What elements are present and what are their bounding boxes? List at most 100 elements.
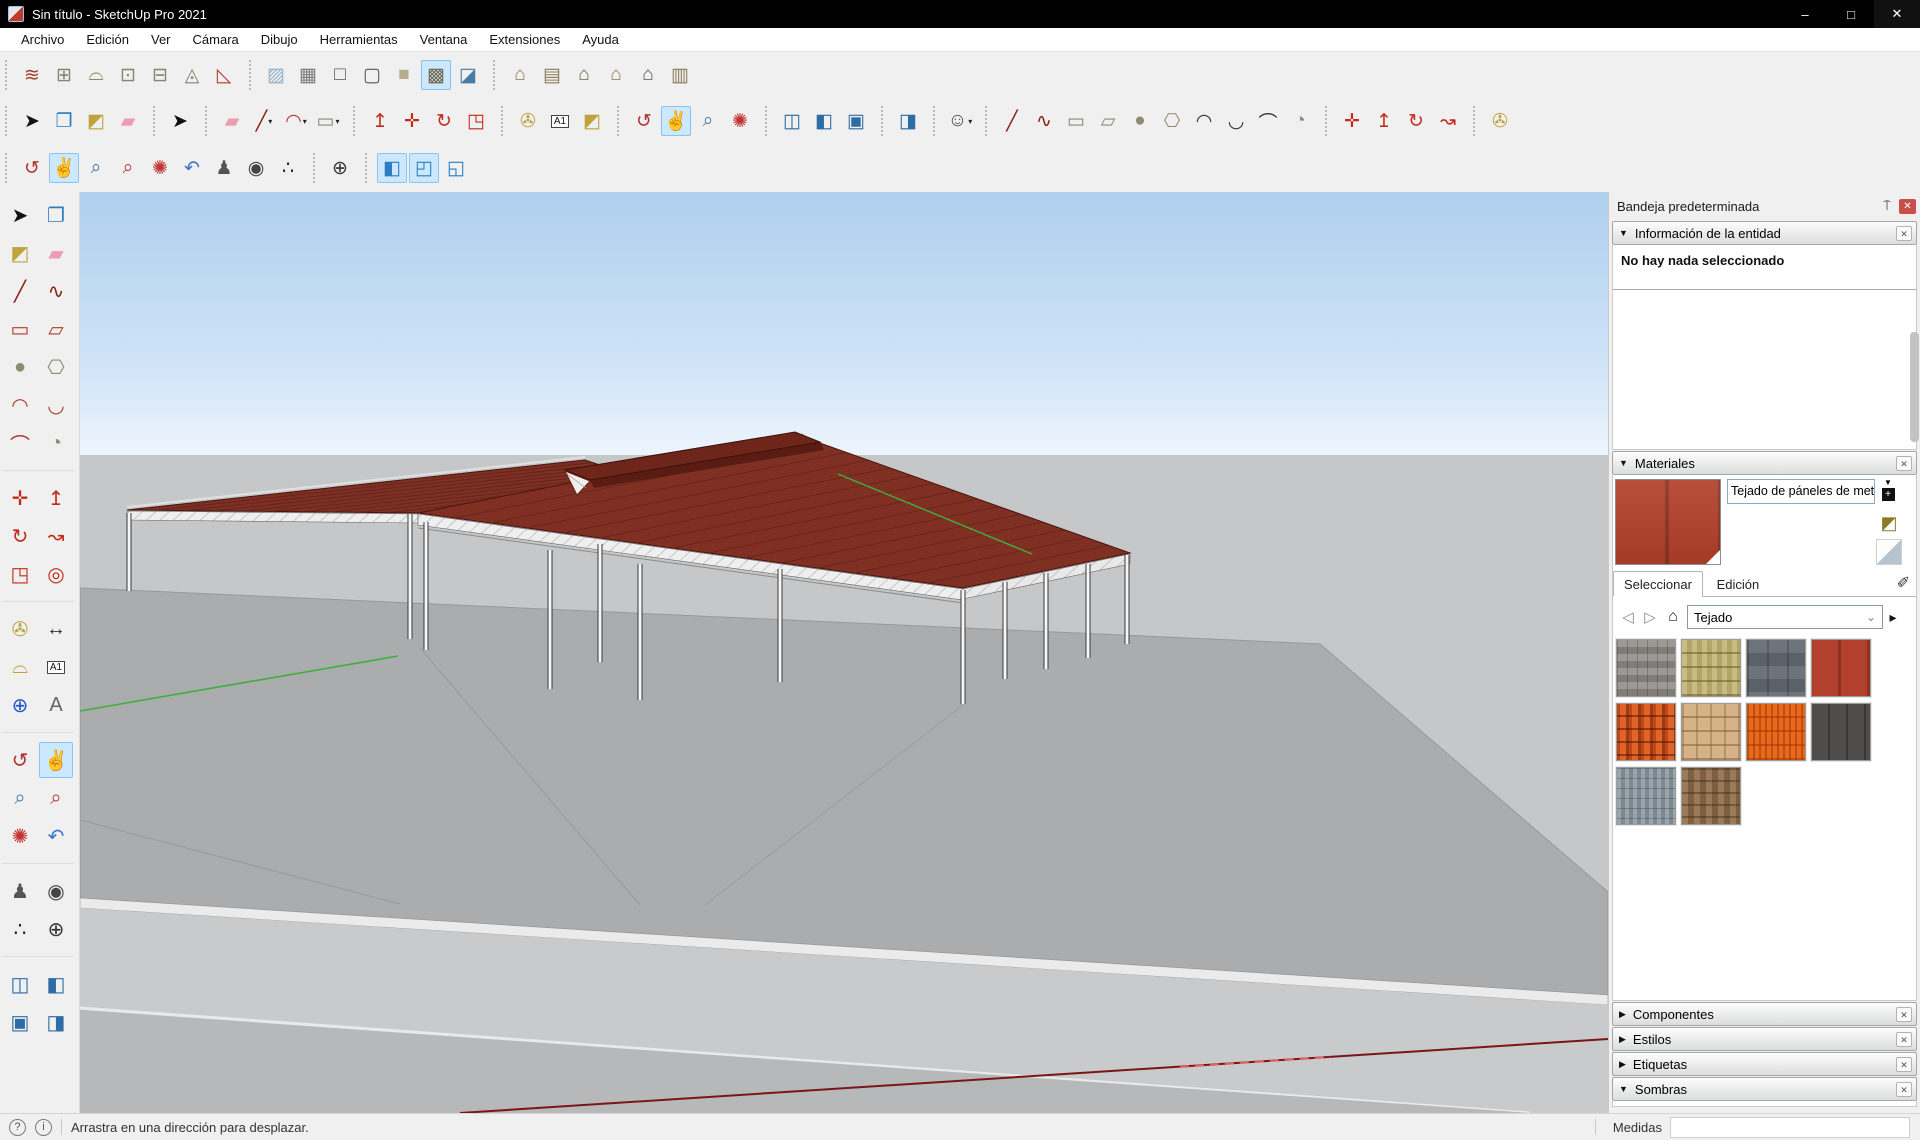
material-swatch-metal-panels-red[interactable] bbox=[1811, 639, 1871, 697]
rectangle-tool[interactable]: ▭ bbox=[1061, 106, 1091, 136]
polygon-tool[interactable]: ⎔ bbox=[1157, 106, 1187, 136]
rectangle-tool[interactable]: ▭▾ bbox=[313, 106, 343, 136]
expand-triangle-icon[interactable]: ▶ bbox=[1619, 1034, 1626, 1045]
menu-herramientas[interactable]: Herramientas bbox=[309, 32, 409, 47]
eyedropper-icon[interactable]: ✐ bbox=[1897, 573, 1910, 593]
3d-text-tool[interactable]: A bbox=[39, 687, 73, 723]
style-shaded[interactable]: ■ bbox=[389, 60, 419, 90]
panel-close-icon[interactable]: ✕ bbox=[1896, 456, 1912, 471]
style-monochrome[interactable]: ◪ bbox=[453, 60, 483, 90]
warehouse-share-model[interactable]: ⌂ bbox=[601, 60, 631, 90]
position-camera[interactable]: ♟ bbox=[209, 153, 239, 183]
rotate-tool[interactable]: ↻ bbox=[1401, 106, 1431, 136]
tab-seleccionar[interactable]: Seleccionar bbox=[1613, 571, 1703, 597]
sample-paint-swatch[interactable] bbox=[1876, 539, 1902, 565]
paint-bucket[interactable]: ◩ bbox=[81, 106, 111, 136]
walk-tool[interactable]: ∴ bbox=[273, 153, 303, 183]
expand-triangle-icon[interactable]: ▼ bbox=[1619, 458, 1628, 468]
menu-archivo[interactable]: Archivo bbox=[10, 32, 75, 47]
measurements-input[interactable] bbox=[1670, 1117, 1910, 1138]
rotate-tool[interactable]: ↻ bbox=[429, 106, 459, 136]
warehouse-drawer[interactable]: ▥ bbox=[665, 60, 695, 90]
move-tool[interactable]: ✛ bbox=[397, 106, 427, 136]
make-component[interactable]: ❐ bbox=[49, 106, 79, 136]
two-point-arc-tool[interactable]: ◡ bbox=[39, 387, 73, 423]
material-swatch-shakes-blue-gray[interactable] bbox=[1616, 767, 1676, 825]
circle-tool[interactable]: ● bbox=[1125, 106, 1155, 136]
axes-target[interactable]: ⊕ bbox=[39, 911, 73, 947]
expand-triangle-icon[interactable]: ▼ bbox=[1619, 228, 1628, 238]
zoom-extents[interactable]: ✺ bbox=[725, 106, 755, 136]
style-shaded-textures[interactable]: ▩ bbox=[421, 60, 451, 90]
zoom-extents[interactable]: ✺ bbox=[3, 818, 37, 854]
panel-header-etiquetas[interactable]: ▶Etiquetas✕ bbox=[1612, 1052, 1917, 1076]
zoom-tool[interactable]: ⌕ bbox=[81, 153, 111, 183]
sandbox-from-scratch[interactable]: ⊞ bbox=[49, 60, 79, 90]
close-button[interactable]: ✕ bbox=[1874, 0, 1920, 28]
tape-measure[interactable]: ✇ bbox=[1485, 106, 1515, 136]
orbit-tool[interactable]: ↺ bbox=[629, 106, 659, 136]
scale-tool[interactable]: ◳ bbox=[3, 556, 37, 592]
follow-me-tool[interactable]: ↝ bbox=[39, 518, 73, 554]
front-view[interactable]: ◱ bbox=[441, 153, 471, 183]
polygon-tool[interactable]: ⎔ bbox=[39, 349, 73, 385]
panel-header-componentes[interactable]: ▶Componentes✕ bbox=[1612, 1002, 1917, 1026]
create-material-button[interactable]: ◩ bbox=[1877, 511, 1901, 535]
menu-extensiones[interactable]: Extensiones bbox=[478, 32, 571, 47]
line-tool[interactable]: ╱ bbox=[3, 273, 37, 309]
zoom-extents[interactable]: ✺ bbox=[145, 153, 175, 183]
display-section-cuts[interactable]: ◧ bbox=[809, 106, 839, 136]
menu-cámara[interactable]: Cámara bbox=[182, 32, 250, 47]
pin-icon[interactable]: ⍑ bbox=[1878, 198, 1896, 214]
push-pull-tool[interactable]: ↥ bbox=[365, 106, 395, 136]
zoom-tool[interactable]: ⌕ bbox=[3, 780, 37, 816]
arc-tool[interactable]: ◠▾ bbox=[281, 106, 311, 136]
make-component[interactable]: ❐ bbox=[39, 197, 73, 233]
arc-tool[interactable]: ◠ bbox=[1189, 106, 1219, 136]
secondary-pane-button[interactable]: ▼ + bbox=[1879, 479, 1897, 505]
menu-ver[interactable]: Ver bbox=[140, 32, 182, 47]
material-swatch-fishscale-shingles-tan[interactable] bbox=[1681, 703, 1741, 761]
dropdown-arrow-icon[interactable]: ▾ bbox=[303, 117, 307, 126]
orbit-tool[interactable]: ↺ bbox=[17, 153, 47, 183]
rotated-rectangle-tool[interactable]: ▱ bbox=[1093, 106, 1123, 136]
back-icon[interactable]: ◁ bbox=[1617, 608, 1639, 626]
display-section-planes[interactable]: ▣ bbox=[3, 1004, 37, 1040]
panel-close-icon[interactable]: ✕ bbox=[1896, 226, 1912, 241]
axes-tool[interactable]: ⊕ bbox=[325, 153, 355, 183]
expand-triangle-icon[interactable]: ▶ bbox=[1619, 1059, 1626, 1070]
tape-measure[interactable]: ✇ bbox=[513, 106, 543, 136]
select-tool[interactable]: ➤ bbox=[165, 106, 195, 136]
panel-header-materials[interactable]: ▼ Materiales ✕ bbox=[1612, 451, 1917, 475]
section-plane[interactable]: ◫ bbox=[777, 106, 807, 136]
push-pull-tool[interactable]: ↥ bbox=[1369, 106, 1399, 136]
details-menu-icon[interactable]: ▸ bbox=[1883, 609, 1903, 626]
previous-view[interactable]: ↶ bbox=[177, 153, 207, 183]
paint-bucket[interactable]: ◩ bbox=[577, 106, 607, 136]
previous-view[interactable]: ↶ bbox=[39, 818, 73, 854]
material-swatch-asphalt-shingles-gray[interactable] bbox=[1616, 639, 1676, 697]
paint-bucket[interactable]: ◩ bbox=[3, 235, 37, 271]
home-icon[interactable]: ⌂ bbox=[1661, 608, 1685, 626]
warehouse-cabinet[interactable]: ▤ bbox=[537, 60, 567, 90]
two-point-arc-tool[interactable]: ◡ bbox=[1221, 106, 1251, 136]
menu-edición[interactable]: Edición bbox=[75, 32, 140, 47]
freehand-tool[interactable]: ∿ bbox=[1029, 106, 1059, 136]
zoom-tool[interactable]: ⌕ bbox=[693, 106, 723, 136]
tab-edicion[interactable]: Edición bbox=[1707, 572, 1770, 598]
arc-tool[interactable]: ◠ bbox=[3, 387, 37, 423]
three-point-arc-tool[interactable]: ⌒ bbox=[3, 425, 37, 461]
protractor-tool[interactable]: ⌓ bbox=[3, 649, 37, 685]
zoom-window[interactable]: ⌕ bbox=[39, 780, 73, 816]
maximize-button[interactable]: □ bbox=[1828, 0, 1874, 28]
display-section-planes[interactable]: ▣ bbox=[841, 106, 871, 136]
text-tool[interactable]: A1 bbox=[39, 649, 73, 685]
iso-view[interactable]: ◧ bbox=[377, 153, 407, 183]
flip-edge-icon[interactable]: ◺ bbox=[209, 60, 239, 90]
style-xray[interactable]: ▨ bbox=[261, 60, 291, 90]
menu-dibujo[interactable]: Dibujo bbox=[250, 32, 309, 47]
model-viewport[interactable] bbox=[80, 192, 1608, 1113]
smoove-icon[interactable]: ⌓ bbox=[81, 60, 111, 90]
warehouse-home[interactable]: ⌂ bbox=[569, 60, 599, 90]
orbit-tool[interactable]: ↺ bbox=[3, 742, 37, 778]
